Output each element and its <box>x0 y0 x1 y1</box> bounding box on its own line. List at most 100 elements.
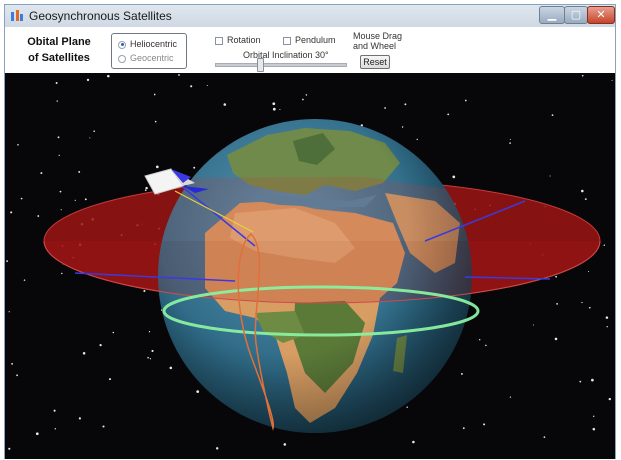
star <box>143 289 146 293</box>
radio-heliocentric[interactable]: Heliocentric <box>118 39 177 52</box>
star <box>283 443 287 446</box>
star <box>464 99 467 102</box>
inclination-slider-thumb[interactable] <box>257 58 264 72</box>
minimize-button[interactable]: ▁ <box>539 6 565 24</box>
star <box>272 102 276 106</box>
star <box>272 107 276 111</box>
star <box>608 397 611 401</box>
star <box>509 142 511 144</box>
maximize-button[interactable]: ▢ <box>564 6 588 24</box>
star <box>554 337 558 341</box>
earth-scene[interactable] <box>5 73 615 459</box>
star <box>82 352 86 355</box>
star <box>543 436 546 438</box>
star <box>460 372 463 375</box>
star <box>55 82 58 84</box>
star <box>509 396 512 398</box>
star <box>10 211 13 214</box>
star <box>606 326 608 328</box>
star <box>53 409 56 412</box>
inclination-slider-track[interactable] <box>215 63 347 67</box>
star <box>581 189 584 193</box>
app-icon <box>11 10 23 21</box>
star <box>401 126 404 128</box>
star <box>11 362 14 365</box>
star <box>190 85 193 88</box>
star <box>54 428 57 430</box>
window-title: Geosynchronous Satellites <box>29 9 172 23</box>
star <box>178 74 180 76</box>
star <box>479 339 481 341</box>
star <box>60 209 62 211</box>
star <box>509 138 511 140</box>
star <box>549 175 551 177</box>
star <box>99 343 102 347</box>
pendulum-checkbox[interactable]: Pendulum <box>283 35 336 45</box>
app-window: Geosynchronous Satellites ▁ ▢ ✕ Obital P… <box>4 4 616 459</box>
star <box>59 190 62 193</box>
star <box>416 138 418 141</box>
star <box>581 74 584 77</box>
star <box>61 272 63 275</box>
star <box>556 303 558 305</box>
frame-radio-group: Heliocentric Geocentric <box>111 33 187 69</box>
star <box>193 166 196 169</box>
star <box>148 331 151 333</box>
star <box>605 316 609 319</box>
star <box>74 199 76 201</box>
star <box>589 306 591 309</box>
close-button[interactable]: ✕ <box>587 6 615 24</box>
star <box>587 270 590 273</box>
star <box>169 366 173 370</box>
star <box>452 175 456 179</box>
rotation-checkbox-box[interactable] <box>215 36 223 45</box>
star <box>20 197 23 200</box>
radio-geocentric-dot[interactable] <box>118 54 126 63</box>
star <box>6 260 9 263</box>
star <box>149 358 152 360</box>
star <box>302 98 304 101</box>
star <box>16 374 18 377</box>
star <box>154 120 157 123</box>
star <box>206 84 208 87</box>
star <box>485 344 487 347</box>
star <box>592 415 595 418</box>
star <box>196 390 200 393</box>
star <box>93 130 95 132</box>
star <box>279 108 281 111</box>
star <box>147 356 149 359</box>
star <box>462 427 465 430</box>
star <box>153 93 156 96</box>
star <box>37 215 40 217</box>
star <box>151 349 154 353</box>
star <box>144 189 147 192</box>
orbital-plane-title: Obital Plane of Satellites <box>27 36 91 64</box>
star <box>58 154 60 157</box>
star <box>447 113 450 116</box>
3d-viewport[interactable] <box>5 73 615 459</box>
star <box>412 440 415 444</box>
rotation-checkbox[interactable]: Rotation <box>215 35 261 45</box>
star <box>155 165 159 169</box>
star <box>102 425 105 428</box>
star <box>555 275 557 278</box>
star <box>40 172 43 175</box>
star <box>23 279 26 281</box>
pendulum-checkbox-box[interactable] <box>283 36 291 45</box>
star <box>78 417 81 420</box>
star <box>404 103 407 106</box>
star <box>603 244 606 246</box>
star <box>56 100 58 102</box>
star <box>17 144 19 146</box>
reset-button[interactable]: Reset <box>360 55 390 69</box>
star <box>581 301 583 304</box>
star <box>215 447 219 450</box>
star <box>108 378 112 381</box>
star <box>532 324 535 326</box>
star <box>384 107 386 109</box>
radio-heliocentric-dot[interactable] <box>118 40 126 49</box>
star <box>84 198 87 201</box>
star <box>145 186 148 190</box>
title-bar: Geosynchronous Satellites ▁ ▢ ✕ <box>5 5 615 27</box>
radio-geocentric[interactable]: Geocentric <box>118 53 174 66</box>
